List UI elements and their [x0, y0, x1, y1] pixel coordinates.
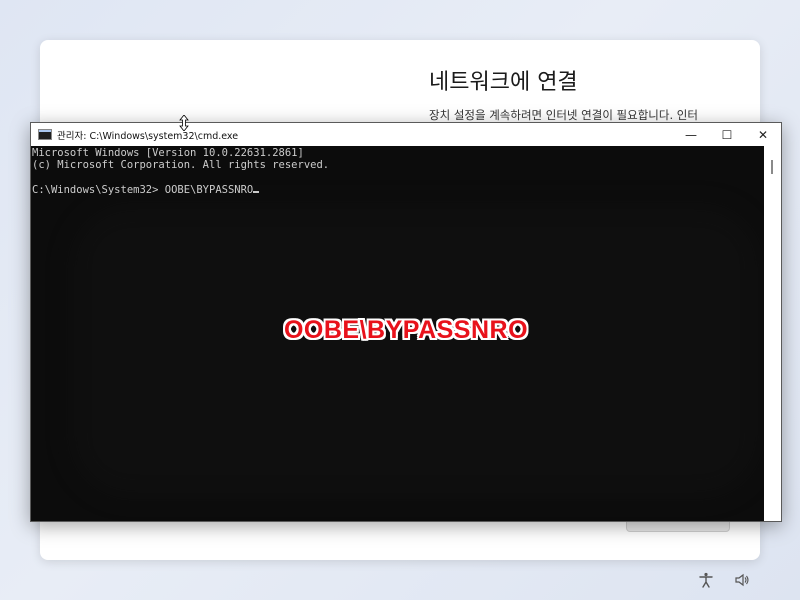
mouse-pointer-icon [179, 115, 189, 131]
cmd-titlebar[interactable]: 관리자: C:\Windows\system32\cmd.exe — ☐ ✕ [31, 123, 781, 146]
console-vignette [71, 206, 761, 496]
cmd-app-icon [38, 129, 52, 140]
oobe-title: 네트워크에 연결 [429, 70, 578, 95]
cmd-window-title: 관리자: C:\Windows\system32\cmd.exe [57, 130, 239, 142]
console-line-copyright: (c) Microsoft Corporation. All rights re… [32, 159, 330, 172]
accessibility-icon[interactable] [696, 570, 716, 590]
text-cursor [253, 190, 260, 193]
scrollbar-thumb[interactable] [771, 160, 773, 174]
close-button[interactable]: ✕ [745, 123, 781, 146]
window-controls: — ☐ ✕ [673, 123, 781, 146]
console-line-version: Microsoft Windows [Version 10.0.22631.28… [32, 147, 304, 159]
oobe-description: 장치 설정을 계속하려면 인터넷 연결이 필요합니다. 인터 [429, 108, 698, 122]
console-scrollbar[interactable] [764, 146, 781, 521]
console-output[interactable]: Microsoft Windows [Version 10.0.22631.28… [31, 146, 781, 521]
console-line-prompt: C:\Windows\System32> OOBE\BYPASSNRO [32, 184, 329, 196]
console-text: Microsoft Windows [Version 10.0.22631.28… [32, 147, 329, 196]
maximize-button[interactable]: ☐ [709, 123, 745, 146]
console-line-blank [32, 171, 329, 183]
console-prompt-command: C:\Windows\System32> OOBE\BYPASSNRO [32, 183, 254, 196]
volume-icon[interactable] [732, 570, 752, 590]
system-tray [696, 570, 752, 590]
minimize-button[interactable]: — [673, 123, 709, 146]
overlay-caption: OOBE\BYPASSNRO [283, 316, 529, 344]
cmd-window[interactable]: 관리자: C:\Windows\system32\cmd.exe — ☐ ✕ M… [30, 122, 782, 522]
